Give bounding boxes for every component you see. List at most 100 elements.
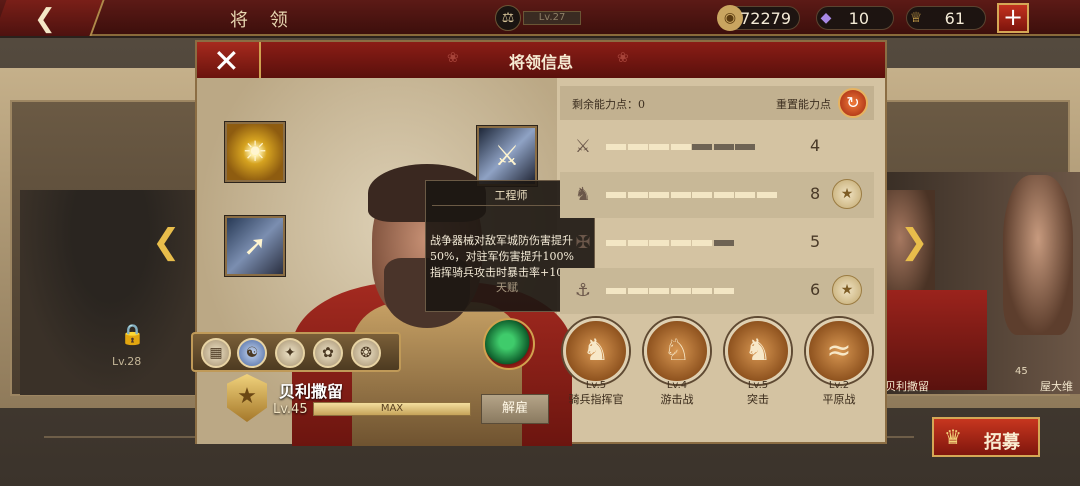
- equipment-sword[interactable]: ⚔: [477, 126, 537, 186]
- wreath-left-icon: ❀: [447, 50, 459, 66]
- equipment-spear[interactable]: ➚: [225, 216, 285, 276]
- panel-header: 将领信息 ❀ ❀: [197, 42, 885, 78]
- remaining-points: 剩余能力点：0: [572, 98, 645, 111]
- stat-segment-filled: [627, 240, 648, 246]
- skill-strip: ▦ ☯ ✦ ✿ ❂: [191, 332, 401, 372]
- reset-points-button[interactable]: ↻: [838, 88, 868, 118]
- prev-general-arrow-icon[interactable]: ❮: [152, 222, 181, 262]
- talent-name: 平原战: [822, 393, 856, 406]
- talent-name: 骑兵指挥官: [568, 393, 624, 406]
- skill-slot-4-icon[interactable]: ✿: [313, 338, 343, 368]
- stat-value: 4: [810, 136, 821, 155]
- close-button[interactable]: ✕: [197, 42, 261, 80]
- stat-row: ⚓ 6 ★: [560, 268, 874, 314]
- sun-shield-icon: ☀: [242, 135, 268, 168]
- medal-icon[interactable]: ★: [832, 275, 862, 305]
- locked-general-silhouette[interactable]: [20, 190, 200, 395]
- close-icon[interactable]: ✕: [213, 42, 240, 80]
- stat-segment-filled: [692, 288, 712, 294]
- coin-icon: ◉: [717, 5, 743, 31]
- stat-segment-filled: [606, 192, 626, 198]
- second-general-level: 45: [1015, 366, 1028, 377]
- stat-segment-filled: [649, 240, 669, 246]
- sword-icon: ⚔: [574, 136, 592, 157]
- skill-slot-3-icon[interactable]: ✦: [275, 338, 305, 368]
- stat-segment-filled: [649, 144, 669, 150]
- talent-level: Lv.5: [747, 380, 769, 391]
- stat-bar: [606, 144, 756, 150]
- panel-title: 将领信息: [508, 53, 573, 72]
- page-title: 将 领: [230, 10, 296, 31]
- talent-level: Lv.2: [828, 380, 850, 391]
- stats-header: 剩余能力点：0 重置能力点 ↻: [560, 86, 874, 120]
- token-value: 61: [944, 9, 965, 28]
- stat-segment-empty: [713, 144, 734, 150]
- crossbow-icon: ✠: [575, 232, 591, 253]
- city-level: ⚖ Lv.27: [495, 5, 587, 31]
- exp-bar: MAX: [313, 402, 471, 416]
- stat-bar: [606, 240, 756, 246]
- talent-item[interactable]: ≈ Lv.2 平原战: [804, 318, 874, 407]
- stat-row: ♞ 8 ★: [560, 172, 874, 218]
- skirmish-icon[interactable]: ♘: [644, 318, 710, 384]
- dismiss-button[interactable]: 解雇: [481, 394, 549, 424]
- stat-segment-filled: [649, 288, 669, 294]
- recruit-label: 招募: [984, 432, 1020, 453]
- general-level: Lv.45: [273, 402, 308, 417]
- stat-segment-filled: [606, 240, 626, 246]
- stat-bar: [606, 192, 777, 198]
- coin-counter: ◉ 72279: [717, 5, 800, 31]
- gem-value: 10: [848, 9, 869, 28]
- recruit-button[interactable]: ♛ 招募: [932, 417, 1040, 457]
- stat-segment-filled: [692, 240, 712, 246]
- horse-head-icon[interactable]: ♞: [563, 318, 629, 384]
- token-counter: ♕ 61: [906, 6, 986, 30]
- general-info-panel: 将领信息 ❀ ❀ ✕ ☀ ➚ ⚔ 工程师 战争器械对敌军城防伤害提升50%，对驻…: [191, 40, 887, 446]
- stat-row: ⚔ 4: [560, 124, 874, 170]
- locked-general-level: Lv.28: [112, 355, 142, 368]
- reset-points-label: 重置能力点: [776, 98, 831, 111]
- skill-slot-2-icon[interactable]: ☯: [237, 338, 267, 368]
- next-general-name: 贝利撒留: [885, 380, 929, 393]
- talent-item[interactable]: ♞ Lv.5 突击: [723, 318, 793, 407]
- stat-segment-filled: [670, 240, 691, 246]
- recruit-icon: ♛: [944, 425, 962, 449]
- plains-icon[interactable]: ≈: [806, 318, 872, 384]
- stat-segment-filled: [606, 288, 626, 294]
- skill-slot-5-icon[interactable]: ❂: [351, 338, 381, 368]
- exp-label: MAX: [380, 403, 404, 414]
- stat-segment-filled: [649, 192, 669, 198]
- back-arrow-icon[interactable]: ❮: [34, 4, 56, 34]
- talent-name: 游击战: [660, 393, 694, 406]
- lock-icon: 🔒: [120, 322, 145, 346]
- second-general-portrait: [1003, 175, 1073, 335]
- cavalry-charge-icon[interactable]: ♞: [725, 318, 791, 384]
- stat-segment-filled: [692, 192, 712, 198]
- skill-slot-1-icon[interactable]: ▦: [201, 338, 231, 368]
- equipment-shield[interactable]: ☀: [225, 122, 285, 182]
- spear-icon: ➚: [243, 229, 267, 262]
- sword-icon: ⚔: [494, 139, 520, 172]
- stat-segment-filled: [713, 288, 734, 294]
- talent-name: 突击: [747, 393, 769, 406]
- stat-segment-filled: [670, 192, 691, 198]
- medal-icon[interactable]: ★: [832, 179, 862, 209]
- next-general-cape: [887, 290, 987, 390]
- city-level-text: Lv.27: [523, 11, 581, 25]
- second-general-name: 屋大维: [1040, 380, 1073, 393]
- emerald-gem-icon[interactable]: [483, 318, 535, 370]
- plus-icon[interactable]: +: [997, 3, 1029, 33]
- wreath-right-icon: ❀: [617, 50, 629, 66]
- stat-segment-filled: [670, 288, 691, 294]
- next-general-arrow-icon[interactable]: ❯: [900, 222, 929, 262]
- stat-segment-filled: [606, 144, 626, 150]
- talent-item[interactable]: ♞ Lv.5 骑兵指挥官: [561, 318, 631, 407]
- building-icon: ⚖: [495, 5, 521, 31]
- stat-segment-empty: [692, 144, 712, 150]
- stat-segment-empty: [735, 144, 755, 150]
- stats-section: 剩余能力点：0 重置能力点 ↻ ⚔ 4 ♞ 8 ★ ✠ 5 ⚓ 6 ★: [560, 86, 874, 316]
- general-name: 贝利撒留: [279, 382, 344, 401]
- stat-segment-empty: [713, 240, 734, 246]
- stat-segment-filled: [756, 192, 777, 198]
- talent-item[interactable]: ♘ Lv.4 游击战: [642, 318, 712, 407]
